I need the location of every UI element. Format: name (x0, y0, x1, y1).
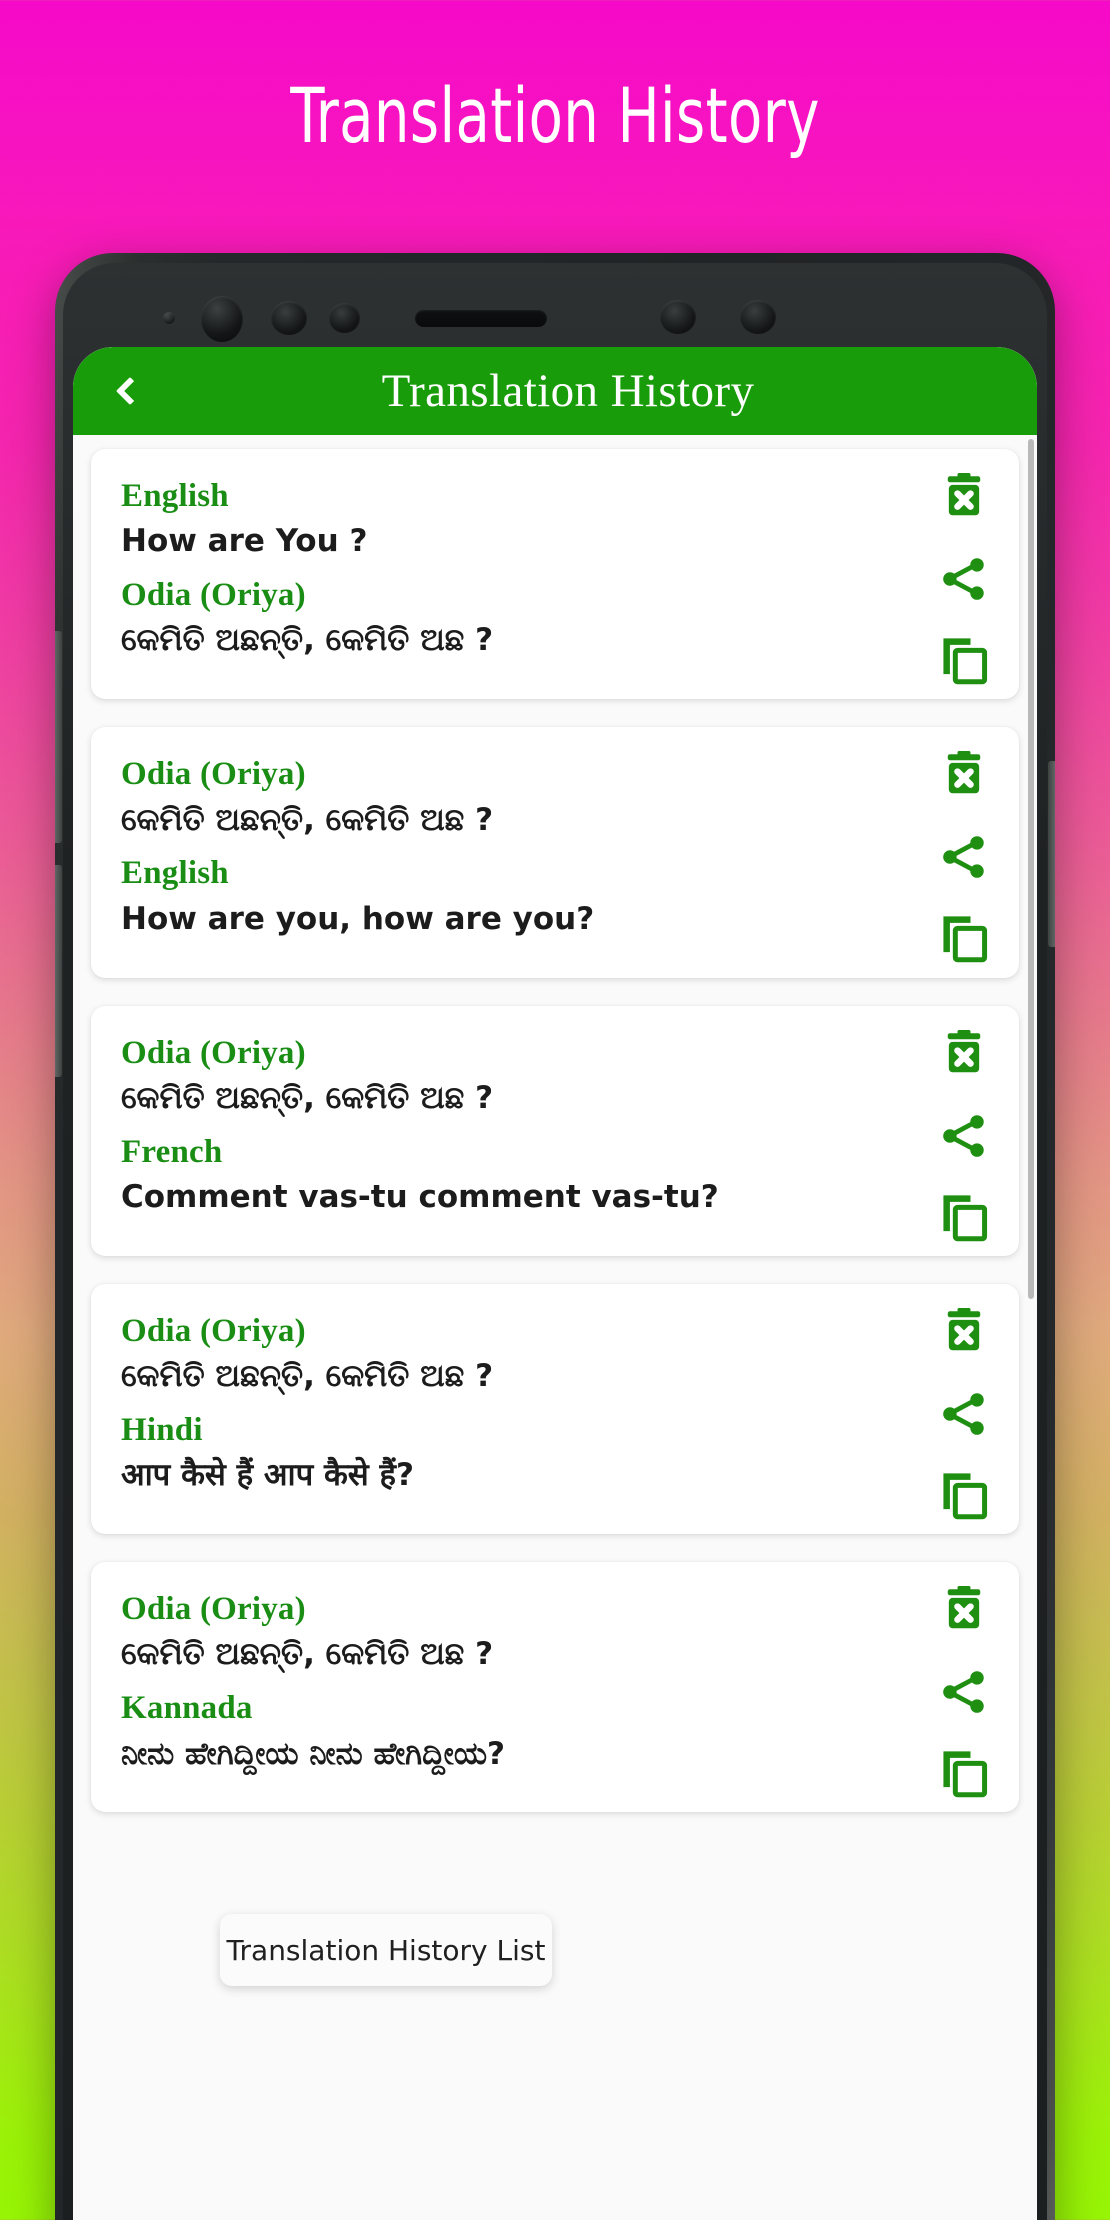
tooltip-callout: Translation History List (220, 1914, 552, 1986)
target-language-label: Odia (Oriya) (121, 577, 306, 614)
phone-device-frame: Translation History English How are You … (55, 253, 1055, 2220)
trash-x-icon[interactable] (938, 1307, 990, 1360)
source-text: କେମିତି ଅଛନ୍ତି, କେମିତି ଅଛ ? (121, 1358, 494, 1395)
target-language-label: French (121, 1133, 223, 1170)
tooltip-label: Translation History List (226, 1933, 546, 1967)
share-icon[interactable] (938, 1388, 990, 1440)
history-item-actions (935, 473, 993, 685)
history-item-actions (935, 1586, 993, 1798)
translation-history-list[interactable]: English How are You ? Odia (Oriya) କେମିତ… (73, 435, 1037, 2220)
scrollbar-thumb[interactable] (1028, 439, 1034, 1299)
volume-down-button[interactable] (55, 865, 62, 1077)
target-text: How are you, how are you? (121, 900, 595, 937)
source-language-label: Odia (Oriya) (121, 756, 306, 793)
phone-sensor-row (63, 296, 1047, 342)
copy-icon[interactable] (938, 1746, 990, 1798)
copy-icon[interactable] (938, 911, 990, 963)
target-text: Comment vas-tu comment vas-tu? (121, 1178, 719, 1215)
history-item-actions (935, 1029, 993, 1242)
sensor-dot-icon (163, 312, 175, 324)
source-text: କେମିତି ଅଛନ୍ତି, କେମିତି ଅଛ ? (121, 1636, 494, 1673)
source-language-label: Odia (Oriya) (121, 1034, 306, 1071)
volume-up-button[interactable] (55, 631, 62, 843)
history-item[interactable]: English How are You ? Odia (Oriya) କେମିତ… (91, 449, 1019, 700)
trash-x-icon[interactable] (938, 751, 990, 803)
power-button[interactable] (1048, 761, 1055, 947)
history-item[interactable]: Odia (Oriya) କେମିତି ଅଛନ୍ତି, କେମିତି ଅଛ ? … (91, 1562, 1019, 1813)
trash-x-icon[interactable] (938, 1029, 990, 1082)
history-item[interactable]: Odia (Oriya) କେମିତି ଅଛନ୍ତି, କେମିତି ଅଛ ? … (91, 1005, 1019, 1256)
app-header-bar: Translation History (73, 347, 1037, 435)
source-language-label: Odia (Oriya) (121, 1312, 306, 1349)
led-indicator-icon (660, 300, 696, 334)
share-icon[interactable] (938, 1110, 990, 1162)
target-language-label: Hindi (121, 1411, 203, 1448)
proximity-sensor-icon (329, 303, 360, 333)
history-item[interactable]: Odia (Oriya) କେମିତି ଅଛନ୍ତି, କେମିତି ଅଛ ? … (91, 1283, 1019, 1535)
target-text: ನೀನು ಹೇಗಿದ್ದೀಯ ನೀನು ಹೇಗಿದ್ದೀಯ? (121, 1735, 506, 1772)
share-icon[interactable] (938, 553, 990, 605)
history-item-actions (935, 751, 993, 963)
share-icon[interactable] (938, 831, 990, 883)
trash-x-icon[interactable] (938, 473, 990, 525)
target-text: କେମିତି ଅଛନ୍ତି, କେମିତି ଅଛ ? (121, 622, 494, 659)
back-button[interactable] (99, 363, 155, 419)
secondary-sensor-icon (740, 300, 776, 334)
chevron-left-icon (115, 376, 145, 406)
phone-bezel: Translation History English How are You … (63, 263, 1047, 2220)
target-text: आप कैसे हैं आप कैसे हैं? (121, 1457, 414, 1494)
source-text: କେମିତି ଅଛନ୍ତି, କେମିତି ଅଛ ? (121, 1079, 494, 1116)
copy-icon[interactable] (938, 633, 990, 685)
page-title: Translation History (381, 364, 755, 417)
trash-x-icon[interactable] (938, 1586, 990, 1638)
front-camera-icon (201, 296, 243, 342)
source-language-label: English (121, 478, 229, 514)
history-item-actions (935, 1307, 993, 1520)
source-language-label: Odia (Oriya) (121, 1591, 306, 1628)
copy-icon[interactable] (938, 1190, 990, 1242)
history-item[interactable]: Odia (Oriya) କେମିତି ଅଛନ୍ତି, କେମିତି ଅଛ ? … (91, 727, 1019, 978)
copy-icon[interactable] (938, 1468, 990, 1520)
list-scrollbar[interactable] (1028, 435, 1035, 2220)
target-language-label: English (121, 855, 229, 892)
promo-headline: Translation History (290, 71, 820, 160)
target-language-label: Kannada (121, 1690, 253, 1727)
earpiece-speaker-icon (415, 310, 547, 327)
source-text: How are You ? (121, 523, 368, 560)
iris-sensor-icon (271, 301, 307, 335)
phone-screen: Translation History English How are You … (73, 347, 1037, 2220)
share-icon[interactable] (938, 1666, 990, 1718)
source-text: କେମିତି ଅଛନ୍ତି, କେମିତି ଅଛ ? (121, 801, 494, 838)
